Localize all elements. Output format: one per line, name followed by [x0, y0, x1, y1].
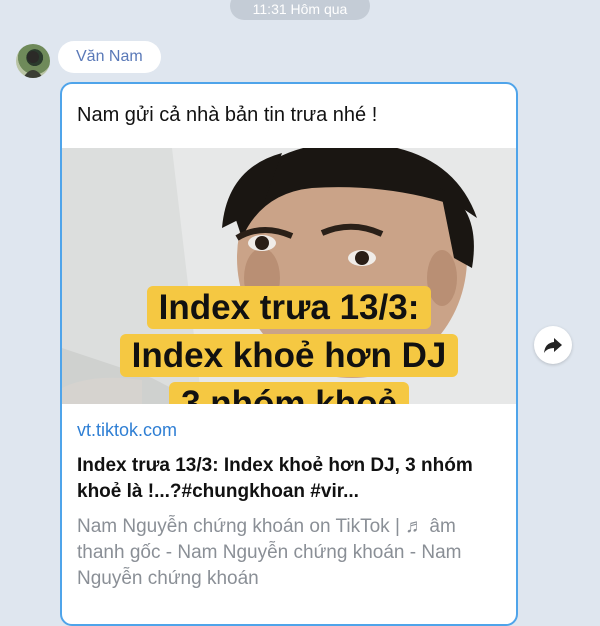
caption-line: Index trưa 13/3: [62, 286, 516, 329]
link-domain[interactable]: vt.tiktok.com [77, 420, 177, 441]
link-description: Nam Nguyễn chứng khoán on TikTok | ♬ âm … [77, 516, 462, 589]
sender-avatar[interactable] [16, 44, 50, 78]
message-bubble[interactable]: Nam gửi cả nhà bản tin trưa nhé ! Index … [60, 82, 518, 626]
caption-line: Index khoẻ hơn DJ [62, 334, 516, 377]
link-title[interactable]: Index trưa 13/3: Index khoẻ hơn DJ, 3 nh… [77, 453, 497, 505]
message-text: Nam gửi cả nhà bản tin trưa nhé ! [77, 104, 378, 126]
caption-line: 3 nhóm khoẻ [62, 382, 516, 404]
sender-name[interactable]: Văn Nam [58, 41, 161, 73]
link-preview-image[interactable]: Index trưa 13/3: Index khoẻ hơn DJ 3 nhó… [62, 148, 516, 404]
date-separator: 11:31 Hôm qua [230, 0, 370, 20]
forward-button[interactable] [534, 326, 572, 364]
